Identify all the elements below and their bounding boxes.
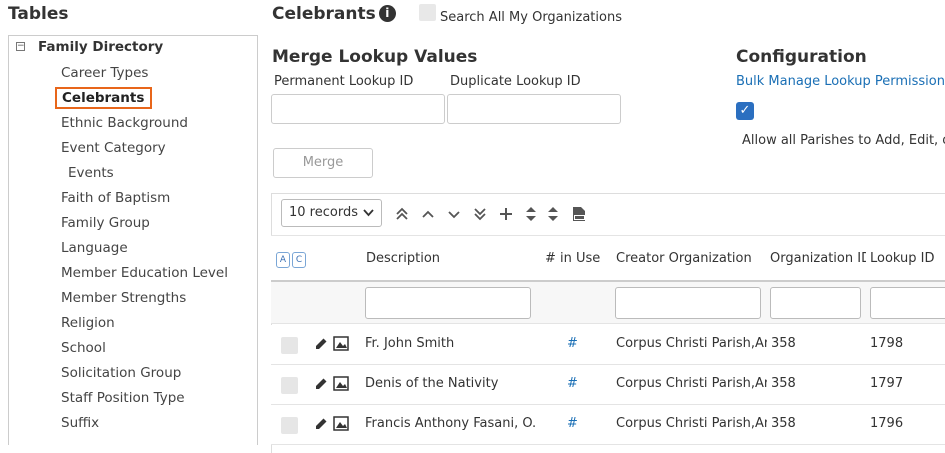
lookup-id-filter-input[interactable] xyxy=(870,287,945,319)
duplicate-id-label: Duplicate Lookup ID xyxy=(450,74,581,89)
collapse-rows-icon[interactable] xyxy=(547,207,559,221)
edit-icon[interactable] xyxy=(315,377,328,390)
column-lookup-id[interactable]: Lookup ID xyxy=(870,251,935,266)
tree-item-language[interactable]: Language xyxy=(61,240,128,256)
move-top-icon[interactable] xyxy=(395,207,409,221)
description-filter-input[interactable] xyxy=(365,287,531,319)
duplicate-id-input[interactable] xyxy=(447,94,621,124)
allow-parishes-label: Allow all Parishes to Add, Edit, or xyxy=(742,133,945,148)
tree-item-solicitation-group[interactable]: Solicitation Group xyxy=(61,365,181,381)
cell-lookup-id: 1798 xyxy=(870,336,904,351)
cell-creator-organization: Corpus Christi Parish,Ar xyxy=(616,416,767,431)
column-in-use[interactable]: # in Use xyxy=(545,251,600,266)
cell-creator-organization: Corpus Christi Parish,Ar xyxy=(616,336,767,351)
merge-title: Merge Lookup Values xyxy=(272,47,478,67)
merge-button[interactable]: Merge xyxy=(273,148,373,178)
tree-item-ethnic-background[interactable]: Ethnic Background xyxy=(61,115,188,131)
clear-all-icon[interactable]: C xyxy=(292,252,306,268)
permanent-id-label: Permanent Lookup ID xyxy=(274,74,414,89)
tree-item-member-education-level[interactable]: Member Education Level xyxy=(61,265,228,281)
tree-item-events[interactable]: Events xyxy=(68,165,114,181)
tree-item-career-types[interactable]: Career Types xyxy=(61,65,148,81)
configuration-title: Configuration xyxy=(736,47,867,67)
cell-description: Fr. John Smith xyxy=(365,336,455,351)
select-all-icon[interactable]: A xyxy=(276,252,290,268)
search-all-checkbox[interactable] xyxy=(419,4,436,21)
page-title-text: Celebrants xyxy=(272,4,376,24)
row-checkbox[interactable] xyxy=(281,417,298,434)
image-icon[interactable] xyxy=(333,336,349,351)
image-icon[interactable] xyxy=(333,416,349,431)
page-title: Celebrants i xyxy=(272,4,396,24)
records-per-page-select[interactable]: 10 records xyxy=(281,199,382,227)
expand-rows-icon[interactable] xyxy=(525,207,537,221)
chevron-down-icon xyxy=(363,200,374,236)
in-use-link[interactable]: # xyxy=(567,376,578,391)
cell-organization-id: 358 xyxy=(771,336,796,351)
tree-item-staff-position-type[interactable]: Staff Position Type xyxy=(61,390,185,406)
sidebar-title: Tables xyxy=(8,4,69,24)
organization-id-filter-input[interactable] xyxy=(770,287,861,319)
tree-root-family-directory[interactable]: Family Directory xyxy=(38,39,163,55)
column-description[interactable]: Description xyxy=(366,251,440,266)
records-per-page-value: 10 records xyxy=(289,205,358,220)
column-organization-id[interactable]: Organization ID xyxy=(770,251,866,266)
tree-item-family-group[interactable]: Family Group xyxy=(61,215,150,231)
tree-item-faith-of-baptism[interactable]: Faith of Baptism xyxy=(61,190,170,206)
edit-icon[interactable] xyxy=(315,417,328,430)
table-tree: − Family Directory Career Types Celebran… xyxy=(8,35,258,445)
move-bottom-icon[interactable] xyxy=(473,207,487,221)
move-up-icon[interactable] xyxy=(421,207,435,221)
cell-description: Denis of the Nativity xyxy=(365,376,499,391)
cell-description: Francis Anthony Fasani, O.F xyxy=(365,416,535,431)
move-down-icon[interactable] xyxy=(447,207,461,221)
row-checkbox[interactable] xyxy=(281,377,298,394)
collapse-icon[interactable]: − xyxy=(16,42,25,51)
column-creator-organization[interactable]: Creator Organization xyxy=(616,251,752,266)
in-use-link[interactable]: # xyxy=(567,336,578,351)
tree-item-school[interactable]: School xyxy=(61,340,106,356)
search-all-label: Search All My Organizations xyxy=(440,10,622,25)
add-icon[interactable] xyxy=(499,207,513,221)
cell-organization-id: 358 xyxy=(771,416,796,431)
export-csv-icon[interactable] xyxy=(571,206,587,222)
allow-parishes-checkbox[interactable]: ✓ xyxy=(736,102,754,120)
permanent-id-input[interactable] xyxy=(271,94,445,124)
in-use-link[interactable]: # xyxy=(567,416,578,431)
cell-lookup-id: 1797 xyxy=(870,376,904,391)
tree-item-event-category[interactable]: Event Category xyxy=(61,140,166,156)
cell-organization-id: 358 xyxy=(771,376,796,391)
tree-item-suffix[interactable]: Suffix xyxy=(61,415,99,431)
creator-filter-input[interactable] xyxy=(615,287,761,319)
column-selector[interactable]: AC xyxy=(276,251,306,268)
row-checkbox[interactable] xyxy=(281,337,298,354)
info-icon[interactable]: i xyxy=(378,5,396,22)
tree-item-member-strengths[interactable]: Member Strengths xyxy=(61,290,186,306)
tree-item-religion[interactable]: Religion xyxy=(61,315,115,331)
image-icon[interactable] xyxy=(333,376,349,391)
bulk-manage-link[interactable]: Bulk Manage Lookup Permissions xyxy=(736,74,945,89)
cell-lookup-id: 1796 xyxy=(870,416,904,431)
tree-item-celebrants[interactable]: Celebrants xyxy=(55,87,153,109)
cell-creator-organization: Corpus Christi Parish,Ar xyxy=(616,376,767,391)
edit-icon[interactable] xyxy=(315,337,328,350)
